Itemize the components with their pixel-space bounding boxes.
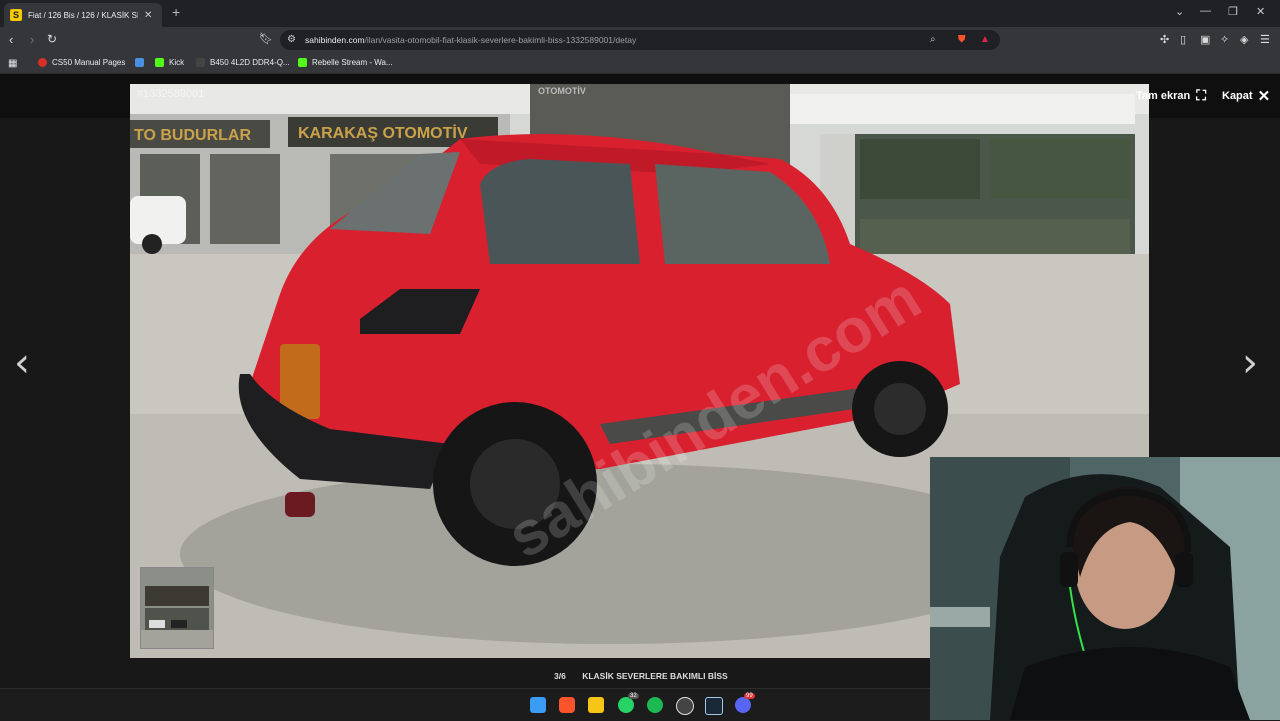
bookmark-icon[interactable]: 🔖︎ — [259, 32, 273, 45]
webcam-feed-image — [930, 457, 1280, 720]
menu-icon[interactable]: ☰ — [1260, 33, 1270, 46]
bookmark-label: Kick — [169, 58, 185, 67]
windows-start-icon[interactable] — [530, 697, 546, 713]
photo-title: KLASİK SEVERLERE BAKIMLI BİSS — [582, 671, 728, 681]
fullscreen-button[interactable]: Tam ekran ⛶ — [1136, 87, 1206, 104]
apps-grid-icon[interactable]: ▦ — [8, 58, 17, 69]
bookmark-label: CS50 Manual Pages — [52, 58, 126, 67]
browser-toolbar: ‹ › ↻ 🔖︎ ⚙︎ sahibinden.com/ilan/vasita-o… — [0, 27, 1280, 53]
url-path: /ilan/vasita-otomobil-fiat-klasik-severl… — [364, 35, 637, 45]
next-photo-button[interactable]: › — [1242, 340, 1258, 386]
site-info-icon[interactable]: ⚙︎ — [287, 34, 296, 45]
close-viewer-button[interactable]: Kapat ✕ — [1222, 87, 1270, 105]
fullscreen-icon: ⛶ — [1196, 87, 1207, 103]
brave-shields-icon[interactable]: ⛊ — [958, 34, 966, 45]
sidebar-icon[interactable]: ▯ — [1180, 33, 1186, 46]
bookmark-b450[interactable]: B450 4L2D DDR4-Q... — [196, 58, 290, 67]
ad-id-label: #1332589001 — [137, 88, 205, 100]
tab-close-button[interactable]: ✕ — [144, 10, 152, 21]
thumbnail-image — [141, 568, 213, 648]
whatsapp-badge: 32 — [628, 693, 639, 699]
webcam-overlay — [930, 457, 1280, 720]
extensions-icon[interactable]: ✣ — [1160, 33, 1169, 46]
sign-budurlar: TO BUDURLAR — [134, 127, 251, 144]
spotify-icon[interactable] — [647, 697, 663, 713]
steam-icon[interactable] — [705, 697, 723, 715]
new-tab-button[interactable]: + — [172, 4, 180, 20]
bookmark-label: B450 4L2D DDR4-Q... — [210, 58, 290, 67]
address-bar[interactable]: ⚙︎ sahibinden.com/ilan/vasita-otomobil-f… — [280, 30, 1000, 50]
bookmark-unnamed[interactable] — [135, 58, 144, 67]
reload-button[interactable]: ↻ — [47, 32, 57, 46]
url-host: sahibinden.com — [305, 35, 365, 45]
cs50-favicon-icon — [38, 58, 47, 67]
fullscreen-label: Tam ekran — [1136, 89, 1191, 102]
photo-caption: 3/6 KLASİK SEVERLERE BAKIMLI BİSS — [554, 671, 742, 681]
brave-rewards-icon[interactable]: ▲ — [980, 34, 990, 45]
bookmark-rebelle[interactable]: Rebelle Stream - Wa... — [298, 58, 393, 67]
back-button[interactable]: ‹ — [9, 32, 13, 47]
discord-badge: 99 — [744, 693, 755, 699]
url-text[interactable]: sahibinden.com/ilan/vasita-otomobil-fiat… — [305, 35, 636, 45]
whatsapp-icon[interactable] — [618, 697, 634, 713]
restore-button[interactable]: ❐ — [1228, 5, 1238, 18]
photo-thumbnail[interactable] — [140, 567, 214, 649]
brave-icon[interactable] — [559, 697, 575, 713]
kick-favicon-icon — [298, 58, 307, 67]
file-explorer-icon[interactable] — [588, 697, 604, 713]
close-icon: ✕ — [1257, 88, 1271, 105]
tab-title: Fiat / 126 Bis / 126 / KLASİK SEV — [28, 10, 138, 20]
sign-karakas: KARAKAŞ OTOMOTİV — [298, 124, 468, 142]
b450-favicon-icon — [196, 58, 205, 67]
tab-search-icon[interactable]: ⌄ — [1175, 5, 1184, 18]
close-label: Kapat — [1222, 90, 1253, 102]
forward-button[interactable]: › — [30, 32, 34, 47]
bookmark-label: Rebelle Stream - Wa... — [312, 58, 393, 67]
bookmark-favicon-icon — [135, 58, 144, 67]
bookmark-kick[interactable]: Kick — [155, 58, 184, 67]
taskbar: 32 99 — [0, 688, 930, 721]
discord-icon[interactable] — [735, 697, 751, 713]
browser-tab[interactable]: S Fiat / 126 Bis / 126 / KLASİK SEV ✕ — [4, 3, 162, 27]
bookmark-cs50[interactable]: CS50 Manual Pages — [38, 58, 125, 67]
minimize-button[interactable]: — — [1200, 5, 1211, 17]
photo-counter: 3/6 — [554, 671, 566, 681]
previous-photo-button[interactable]: ‹ — [14, 340, 30, 386]
wallet-icon[interactable]: ▣ — [1200, 33, 1210, 46]
sahibinden-favicon-icon: S — [10, 9, 22, 21]
kick-favicon-icon — [155, 58, 164, 67]
window-close-button[interactable]: ✕ — [1256, 5, 1265, 18]
leo-ai-icon[interactable]: ✧ — [1220, 33, 1229, 46]
sign-otomotiv: OTOMOTİV — [538, 86, 586, 96]
tab-strip: S Fiat / 126 Bis / 126 / KLASİK SEV ✕ + … — [0, 0, 1280, 27]
bookmarks-bar: ▦ CS50 Manual Pages Kick B450 4L2D DDR4-… — [0, 53, 1280, 74]
vpn-icon[interactable]: ◈ — [1240, 33, 1248, 46]
chrome-icon[interactable] — [676, 697, 694, 715]
zoom-icon[interactable]: ⌕ — [930, 34, 936, 45]
